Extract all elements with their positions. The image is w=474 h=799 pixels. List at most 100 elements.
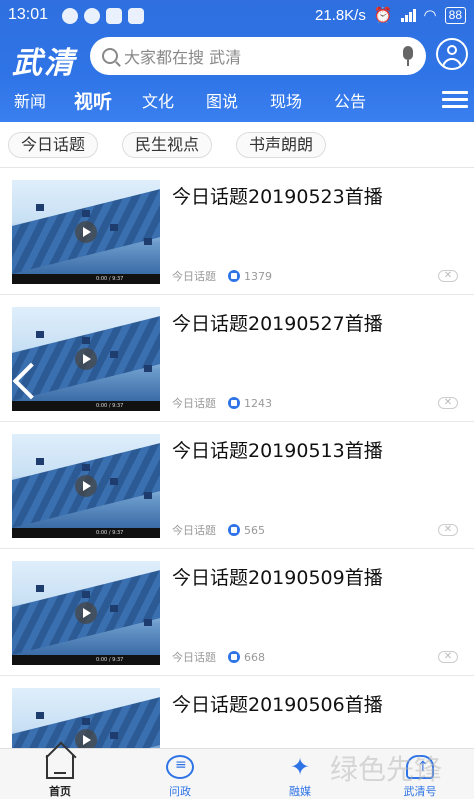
play-icon[interactable]	[75, 221, 97, 243]
item-source: 今日话题	[172, 270, 216, 283]
chip-livelihood[interactable]: 民生视点	[122, 132, 213, 158]
thumbnail-square	[144, 492, 152, 499]
item-meta: 今日话题 565	[172, 522, 265, 538]
chip-reading[interactable]: 书声朗朗	[236, 132, 327, 158]
list-item[interactable]: 0:00 / 9:37 今日话题20190509首播 今日话题 668 ✕	[0, 549, 474, 676]
video-time: 0:00 / 9:37	[12, 274, 160, 284]
watermark: 绿色先锋	[330, 753, 443, 786]
signal-icon	[400, 8, 416, 22]
like-count: 565	[244, 523, 265, 537]
video-thumbnail[interactable]: 0:00 / 9:37	[12, 434, 160, 538]
user-icon[interactable]	[436, 38, 468, 70]
item-title[interactable]: 今日话题20190527首播	[172, 309, 383, 336]
thumbnail-square	[144, 238, 152, 245]
video-thumbnail[interactable]: 0:00 / 9:37	[12, 180, 160, 284]
video-thumbnail[interactable]: 0:00 / 9:37	[12, 561, 160, 665]
notification-icon	[106, 8, 122, 24]
list-item[interactable]: 0:00 / 9:37 今日话题20190527首播 今日话题 1243 ✕	[0, 295, 474, 422]
play-icon[interactable]	[75, 602, 97, 624]
play-icon[interactable]	[75, 475, 97, 497]
close-icon[interactable]: ✕	[438, 397, 458, 409]
tab-culture[interactable]: 文化	[142, 88, 174, 116]
search-icon	[102, 48, 118, 64]
search-input[interactable]: 大家都在搜 武清	[90, 37, 426, 75]
item-title[interactable]: 今日话题20190523首播	[172, 182, 383, 209]
search-placeholder: 大家都在搜 武清	[124, 48, 242, 67]
thumbnail-square	[36, 712, 44, 719]
status-bar: 13:01 21.8K/s ⏰ ◠ 88	[0, 0, 474, 32]
tab-notice[interactable]: 公告	[334, 88, 366, 116]
category-tabs: 新闻 视听 文化 图说 现场 公告	[0, 88, 474, 118]
notification-icon	[62, 8, 78, 24]
item-source: 今日话题	[172, 524, 216, 537]
item-title[interactable]: 今日话题20190506首播	[172, 690, 383, 717]
notification-icon	[84, 8, 100, 24]
thumbnail-square	[82, 210, 90, 217]
mic-icon[interactable]	[402, 46, 414, 66]
list-item[interactable]: 0:00 / 9:37 今日话题20190523首播 今日话题 1379 ✕	[0, 168, 474, 295]
tab-news[interactable]: 新闻	[14, 88, 46, 116]
video-time: 0:00 / 9:37	[12, 528, 160, 538]
chat-icon	[166, 755, 194, 779]
item-meta: 今日话题 1243	[172, 395, 272, 411]
item-meta: 今日话题 1379	[172, 268, 272, 284]
item-meta: 今日话题 668	[172, 649, 265, 665]
item-title[interactable]: 今日话题20190513首播	[172, 436, 383, 463]
item-title[interactable]: 今日话题20190509首播	[172, 563, 383, 590]
thumbnail-square	[110, 224, 118, 231]
nav-home[interactable]: 首页	[20, 749, 100, 799]
item-source: 今日话题	[172, 651, 216, 664]
wifi-icon: ◠	[423, 7, 437, 24]
tab-audiovisual[interactable]: 视听	[74, 88, 112, 116]
close-icon[interactable]: ✕	[438, 524, 458, 536]
notification-icons	[62, 8, 144, 24]
nav-inquiry[interactable]: 问政	[140, 749, 220, 799]
chip-today-topic[interactable]: 今日话题	[8, 132, 99, 158]
menu-icon[interactable]	[442, 88, 468, 114]
video-time: 0:00 / 9:37	[12, 655, 160, 665]
like-count: 1243	[244, 396, 272, 410]
thumbnail-square	[82, 718, 90, 725]
like-icon	[228, 270, 240, 282]
alarm-icon: ⏰	[373, 7, 393, 24]
battery-icon: 88	[444, 6, 466, 24]
tab-pictures[interactable]: 图说	[206, 88, 238, 116]
nav-label: 问政	[169, 785, 191, 798]
media-icon	[286, 753, 314, 781]
like-count: 668	[244, 650, 265, 664]
thumbnail-square	[110, 732, 118, 739]
nav-label: 融媒	[289, 785, 311, 798]
thumbnail-square	[110, 478, 118, 485]
thumbnail-square	[36, 585, 44, 592]
thumbnail-square	[110, 605, 118, 612]
like-icon	[228, 524, 240, 536]
header: 13:01 21.8K/s ⏰ ◠ 88 武清 大家都在搜 武清 新闻 视听 文…	[0, 0, 474, 122]
status-right: 21.8K/s ⏰ ◠ 88	[315, 6, 466, 24]
home-icon	[46, 755, 74, 779]
nav-media[interactable]: 融媒	[260, 749, 340, 799]
user-icon-head	[447, 45, 457, 55]
play-icon[interactable]	[75, 348, 97, 370]
app-logo[interactable]: 武清	[12, 38, 76, 82]
thumbnail-square	[36, 458, 44, 465]
video-time: 0:00 / 9:37	[12, 401, 160, 411]
network-speed: 21.8K/s	[314, 6, 366, 24]
thumbnail-square	[82, 591, 90, 598]
thumbnail-square	[82, 337, 90, 344]
notification-icon	[128, 8, 144, 24]
thumbnail-square	[144, 619, 152, 626]
like-icon	[228, 651, 240, 663]
item-source: 今日话题	[172, 397, 216, 410]
close-icon[interactable]: ✕	[438, 651, 458, 663]
sub-category-chips: 今日话题 民生视点 书声朗朗	[0, 124, 474, 168]
tab-live[interactable]: 现场	[270, 88, 302, 116]
like-count: 1379	[244, 269, 272, 283]
list-item[interactable]: 0:00 / 9:37 今日话题20190513首播 今日话题 565 ✕	[0, 422, 474, 549]
thumbnail-square	[144, 365, 152, 372]
like-icon	[228, 397, 240, 409]
close-icon[interactable]: ✕	[438, 270, 458, 282]
thumbnail-square	[36, 204, 44, 211]
thumbnail-square	[110, 351, 118, 358]
user-icon-body	[442, 58, 462, 68]
status-time: 13:01	[8, 6, 49, 23]
